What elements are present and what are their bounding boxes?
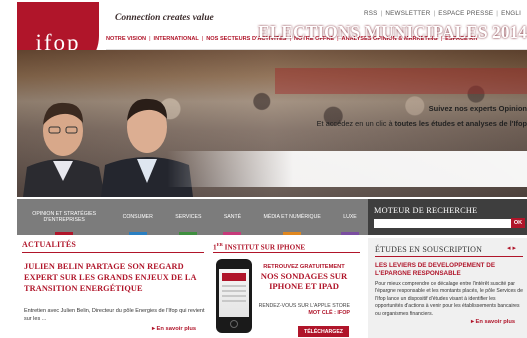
actualites-body: Entretien avec Julien Belin, Directeur d… [24, 308, 205, 322]
newsletter-link[interactable]: NEWSLETTER [385, 10, 430, 17]
iphone-kicker: RETROUVEZ GRATUITEMENT [263, 264, 345, 270]
separator: | [496, 10, 499, 17]
actualites-more-link[interactable]: ▸ En savoir plus [152, 326, 196, 332]
sector-media[interactable]: MÉDIA ET NUMÉRIQUE [252, 199, 332, 235]
phone-screen [219, 269, 249, 317]
iphone-store-text: RENDEZ-VOUS SUR L'APPLE STORE [258, 303, 350, 309]
iphone-keyword: MOT CLÉ : IFOP [308, 310, 350, 316]
search-ok-button[interactable]: OK [511, 218, 525, 228]
actualites-divider [22, 252, 204, 253]
sector-consumer[interactable]: CONSUMER [111, 199, 164, 235]
top-utility-links: RSS | NEWSLETTER | ESPACE PRESSE | ENGLI [364, 10, 521, 17]
iphone-section-title: 1ER INSTITUT SUR IPHONE [213, 242, 305, 251]
search-title: MOTEUR DE RECHERCHE [374, 206, 478, 215]
souscription-divider [375, 256, 523, 257]
expert-photo-left [23, 102, 105, 197]
sector-sante[interactable]: SANTÉ [213, 199, 253, 235]
text-overlay [167, 151, 527, 187]
iphone-divider [213, 252, 360, 253]
sector-label: SERVICES [175, 213, 202, 220]
hero-line-2-prefix: Et accédez en un clic à [316, 119, 395, 128]
english-link[interactable]: ENGLI [501, 10, 521, 17]
sector-color-stripe [55, 232, 74, 235]
sector-bar: OPINION ET STRATÉGIES D'ENTREPRISES CONS… [17, 199, 368, 235]
separator: | [149, 36, 151, 42]
sector-luxe[interactable]: LUXE [332, 199, 368, 235]
title-band [275, 68, 527, 94]
carousel-arrows[interactable]: ◂ ▸ [507, 244, 516, 252]
sector-label: OPINION ET STRATÉGIES D'ENTREPRISES [32, 210, 97, 224]
sector-services[interactable]: SERVICES [164, 199, 213, 235]
hero-title: ELECTIONS MUNICIPALES 2014 [258, 22, 527, 42]
sector-label: SANTÉ [223, 213, 242, 220]
souscription-more-link[interactable]: ▸ En savoir plus [469, 319, 516, 325]
sector-opinion[interactable]: OPINION ET STRATÉGIES D'ENTREPRISES [17, 199, 111, 235]
separator: | [380, 10, 383, 17]
tagline: Connection creates value [115, 13, 214, 23]
nav-notre-vision[interactable]: NOTRE VISION [106, 36, 146, 42]
phone-home-button [230, 320, 238, 328]
nav-international[interactable]: INTERNATIONAL [154, 36, 199, 42]
rss-link[interactable]: RSS [364, 10, 378, 17]
actualites-headline[interactable]: JULIEN BELIN PARTAGE SON REGARD EXPERT S… [24, 262, 204, 295]
sector-color-stripe [223, 232, 242, 235]
iphone-image [216, 259, 252, 333]
search-panel: MOTEUR DE RECHERCHE [368, 199, 527, 235]
separator: | [433, 10, 436, 17]
iphone-headline[interactable]: NOS SONDAGES SUR IPHONE ET IPAD [258, 271, 350, 292]
souscription-title: ÉTUDES EN SOUSCRIPTION [375, 245, 483, 254]
sector-color-stripe [283, 232, 302, 235]
hero-line-2: Et accédez en un clic à toutes les étude… [317, 119, 527, 128]
sector-label: MÉDIA ET NUMÉRIQUE [263, 213, 321, 220]
actualites-title: ACTUALITÉS [22, 240, 77, 249]
download-button[interactable]: TÉLÉCHARGEZ [298, 326, 349, 337]
separator: | [201, 36, 204, 42]
sector-color-stripe [179, 232, 198, 235]
hero-line-2-bold: toutes les études et analyses de l'Ifop [394, 119, 527, 128]
iphone-title-rest: INSTITUT SUR IPHONE [222, 243, 306, 252]
actualites-section: ACTUALITÉS [22, 240, 204, 249]
souscription-headline[interactable]: LES LEVIERS DE DEVELOPPEMENT DE L'EPARGN… [375, 262, 525, 278]
sector-label: LUXE [343, 213, 357, 220]
hero-line-1: Suivez nos experts Opinion [428, 104, 527, 113]
espace-presse-link[interactable]: ESPACE PRESSE [438, 10, 493, 17]
souscription-body: Pour mieux comprendre ce décalage entre … [375, 281, 523, 317]
sector-color-stripe [128, 232, 147, 235]
sector-label: CONSUMER [122, 213, 153, 220]
search-input[interactable] [374, 219, 516, 228]
sector-color-stripe [340, 232, 359, 235]
